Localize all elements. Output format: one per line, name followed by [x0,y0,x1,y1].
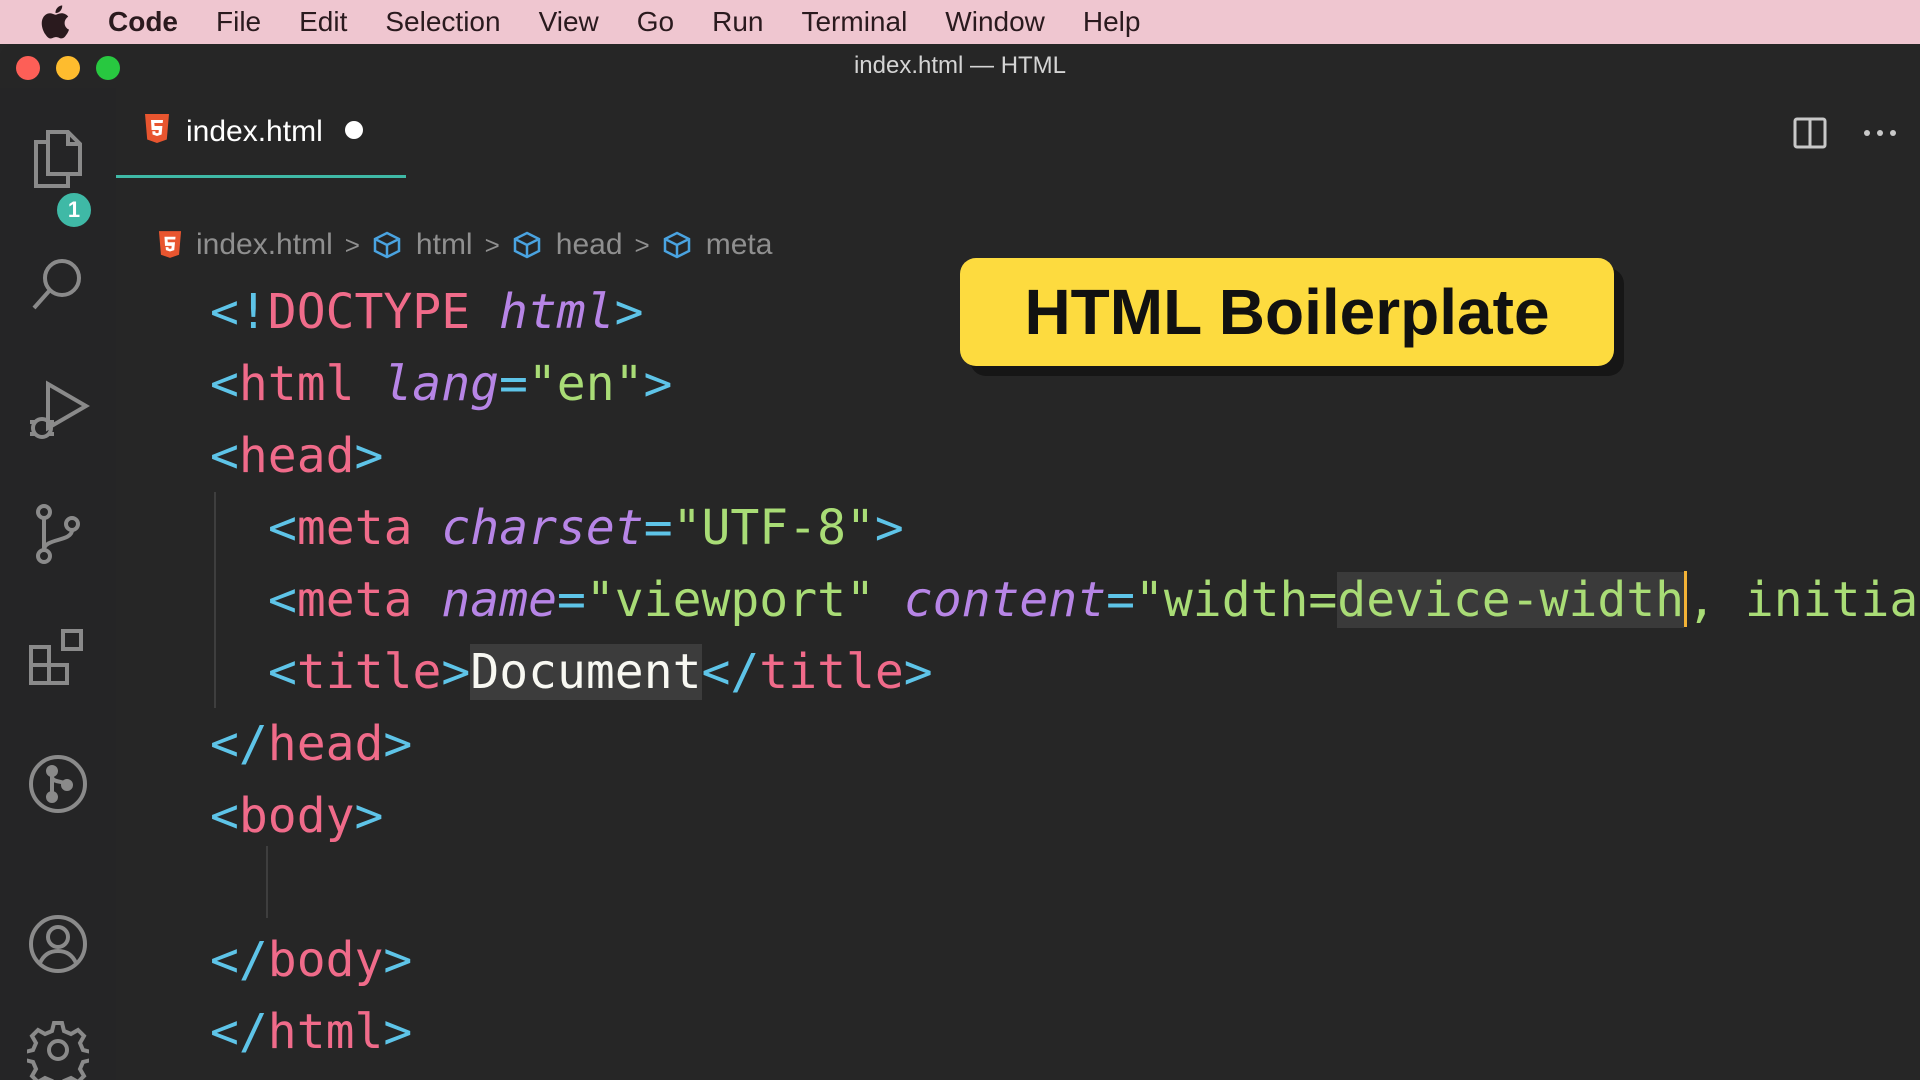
chevron-right-icon: > [344,229,360,260]
explorer-badge: 1 [54,190,94,230]
account-icon[interactable] [26,912,90,976]
breadcrumb: index.html > html > head > meta [158,222,772,268]
code-line: <body> [210,788,384,844]
html5-file-icon [144,114,170,149]
code-line: </head> [210,716,413,772]
tab-actions [1780,88,1920,178]
html5-file-icon [158,231,182,258]
breadcrumb-label: head [555,228,623,261]
menu-app-code[interactable]: Code [108,6,178,38]
breadcrumb-meta[interactable]: meta [662,228,773,262]
code-line: <head> [210,428,384,484]
split-editor-icon[interactable] [1780,103,1840,163]
run-debug-icon[interactable] [26,378,90,442]
zoom-window-button[interactable] [96,56,120,80]
menu-selection[interactable]: Selection [385,6,500,38]
selected-text: device-width [1337,572,1685,628]
macos-menubar: Code File Edit Selection View Go Run Ter… [0,0,1920,44]
symbol-element-icon [663,231,690,259]
code-line: <title>Document</title> [268,644,933,700]
code-line: <meta name="viewport" content="width=dev… [268,571,1919,628]
breadcrumb-file[interactable]: index.html [158,228,333,262]
menu-window[interactable]: Window [945,6,1045,38]
search-icon[interactable] [26,252,90,316]
more-actions-icon[interactable] [1850,103,1910,163]
symbol-element-icon [373,231,401,259]
tab-index-html[interactable]: index.html [116,88,406,178]
activity-bar: 1 [0,88,116,1080]
files-icon[interactable] [26,128,90,192]
breadcrumb-label: index.html [196,228,333,261]
breadcrumb-html[interactable]: html [372,228,473,262]
code-line: </body> [210,932,413,988]
menu-edit[interactable]: Edit [299,6,347,38]
editor-tab-bar: index.html [116,88,1920,178]
close-window-button[interactable] [16,56,40,80]
code-editor[interactable]: <!DOCTYPE html> <html lang="en"> <head> … [210,276,1920,1076]
git-graph-icon[interactable] [26,752,90,816]
chevron-right-icon: > [634,229,650,260]
source-control-icon[interactable] [26,502,90,566]
menu-run[interactable]: Run [712,6,763,38]
window-titlebar: index.html — HTML [0,44,1920,88]
menu-file[interactable]: File [216,6,261,38]
code-line: <!DOCTYPE html> [210,284,644,340]
code-line: </html> [210,1004,413,1060]
highlighted-word: Document [470,644,702,700]
minimize-window-button[interactable] [56,56,80,80]
code-line: <html lang="en"> [210,356,673,412]
apple-icon[interactable] [40,4,76,40]
breadcrumb-label: html [415,228,473,261]
menu-go[interactable]: Go [637,6,674,38]
chevron-right-icon: > [484,229,500,260]
extensions-icon[interactable] [26,626,90,690]
indent-guide [266,846,268,918]
breadcrumb-label: meta [705,228,773,261]
vscode-window: index.html — HTML 1 index.html index.htm… [0,44,1920,1080]
menu-terminal[interactable]: Terminal [801,6,907,38]
code-line: <meta charset="UTF-8"> [268,500,904,556]
symbol-element-icon [513,231,541,259]
menu-help[interactable]: Help [1083,6,1141,38]
menu-view[interactable]: View [539,6,599,38]
overlay-title-card: HTML Boilerplate [960,258,1614,366]
window-title: index.html — HTML [853,52,1067,79]
tab-label: index.html [186,114,323,148]
settings-gear-icon[interactable] [26,1018,90,1080]
unsaved-dot-icon[interactable] [344,120,363,139]
breadcrumb-head[interactable]: head [512,228,623,262]
